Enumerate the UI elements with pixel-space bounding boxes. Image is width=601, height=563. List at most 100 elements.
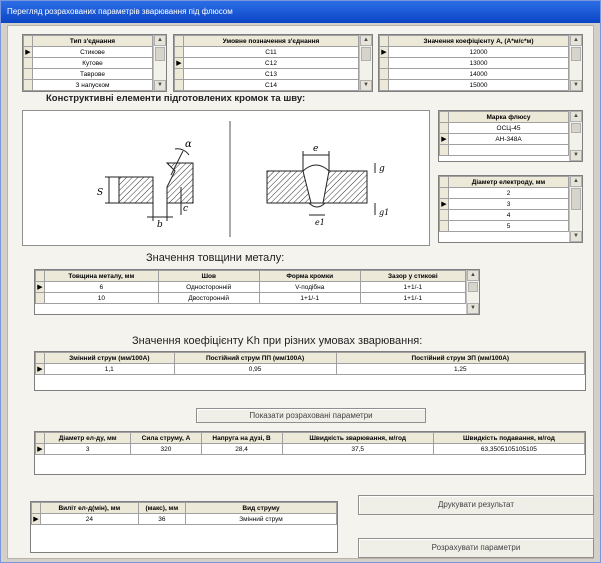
table-cell[interactable]: 24: [40, 513, 139, 525]
table-cell[interactable]: 10: [44, 292, 159, 304]
scroll-thumb[interactable]: [468, 282, 478, 292]
electrode-diameter-grid[interactable]: Діаметр електроду, мм 2 ▶ 3 4 5 ▲ ▼: [438, 175, 583, 243]
table-cell[interactable]: 1+1/-1: [359, 281, 467, 293]
table-row[interactable]: С11: [174, 46, 359, 58]
row-indicator[interactable]: [439, 144, 449, 156]
table-cell[interactable]: Стикове: [32, 46, 153, 58]
row-indicator[interactable]: [23, 57, 33, 69]
table-row[interactable]: Кутове: [23, 57, 153, 69]
scroll-thumb[interactable]: [571, 188, 581, 210]
table-cell[interactable]: 13000: [388, 57, 569, 69]
scroll-down-arrow-icon[interactable]: ▼: [570, 231, 582, 242]
extra-grid[interactable]: Виліт ел-д(мін), мм (макс), мм Вид струму ▶…: [30, 501, 338, 553]
scroll-down-arrow-icon[interactable]: ▼: [154, 80, 166, 91]
table-cell[interactable]: 0,95: [173, 363, 337, 375]
table-row[interactable]: Таврове: [23, 68, 153, 80]
table-cell[interactable]: АН-348А: [448, 133, 569, 145]
scroll-up-arrow-icon[interactable]: ▲: [570, 176, 582, 187]
table-cell[interactable]: С14: [183, 79, 359, 91]
current-row-indicator-icon[interactable]: ▶: [35, 443, 45, 455]
thickness-grid[interactable]: Товщина металу, мм Шов Форма кромки Зазор у…: [34, 269, 480, 315]
table-row[interactable]: ▶ 3 320 28,4 37,5 63,3505105105105: [35, 443, 585, 455]
row-indicator[interactable]: [174, 79, 184, 91]
current-row-indicator-icon[interactable]: ▶: [379, 46, 389, 58]
table-row[interactable]: ▶ АН-348А: [439, 133, 569, 145]
table-row[interactable]: [439, 144, 569, 156]
table-cell[interactable]: 1+1/-1: [258, 292, 361, 304]
row-indicator[interactable]: [439, 220, 449, 232]
current-row-indicator-icon[interactable]: ▶: [174, 57, 184, 69]
row-indicator[interactable]: [174, 68, 184, 80]
vertical-scrollbar[interactable]: ▲ ▼: [569, 35, 582, 91]
current-row-indicator-icon[interactable]: ▶: [439, 198, 449, 210]
scroll-thumb[interactable]: [361, 47, 371, 61]
table-cell[interactable]: 28,4: [200, 443, 283, 455]
scroll-up-arrow-icon[interactable]: ▲: [360, 35, 372, 46]
table-row[interactable]: ▶ 6 Односторонній V-подібна 1+1/-1: [35, 281, 467, 293]
scroll-down-arrow-icon[interactable]: ▼: [570, 150, 582, 161]
row-indicator[interactable]: [439, 209, 449, 221]
scroll-up-arrow-icon[interactable]: ▲: [570, 35, 582, 46]
table-row[interactable]: 5: [439, 220, 569, 232]
table-row[interactable]: ▶ 12000: [379, 46, 569, 58]
table-row[interactable]: ▶ Стикове: [23, 46, 153, 58]
current-row-indicator-icon[interactable]: ▶: [31, 513, 41, 525]
table-cell[interactable]: 5: [448, 220, 569, 232]
table-row[interactable]: 4: [439, 209, 569, 221]
table-cell[interactable]: 3: [448, 198, 569, 210]
table-cell[interactable]: 4: [448, 209, 569, 221]
scroll-down-arrow-icon[interactable]: ▼: [570, 80, 582, 91]
vertical-scrollbar[interactable]: ▲ ▼: [466, 270, 479, 314]
table-cell[interactable]: С13: [183, 68, 359, 80]
table-row[interactable]: 14000: [379, 68, 569, 80]
scroll-thumb[interactable]: [571, 47, 581, 61]
show-params-button[interactable]: Показати розраховані параметри: [196, 408, 426, 423]
table-row[interactable]: С14: [174, 79, 359, 91]
table-row[interactable]: З напуском: [23, 79, 153, 91]
table-cell[interactable]: Односторонній: [157, 281, 260, 293]
table-cell[interactable]: 3: [43, 443, 132, 455]
scroll-up-arrow-icon[interactable]: ▲: [570, 111, 582, 122]
scroll-down-arrow-icon[interactable]: ▼: [360, 80, 372, 91]
scroll-thumb[interactable]: [571, 123, 581, 133]
table-cell[interactable]: V-подібна: [258, 281, 361, 293]
calculate-params-button[interactable]: Розрахувати параметри: [358, 538, 594, 558]
table-cell[interactable]: 1,1: [44, 363, 175, 375]
current-row-indicator-icon[interactable]: ▶: [439, 133, 449, 145]
row-indicator[interactable]: [35, 292, 45, 304]
table-row[interactable]: ▶ 1,1 0,95 1,25: [35, 363, 585, 375]
table-cell[interactable]: 36: [137, 513, 187, 525]
row-indicator[interactable]: [379, 57, 389, 69]
table-cell[interactable]: Змінний струм: [185, 513, 337, 525]
vertical-scrollbar[interactable]: ▲ ▼: [153, 35, 166, 91]
table-cell[interactable]: З напуском: [32, 79, 153, 91]
print-results-button[interactable]: Друкувати результат: [358, 495, 594, 515]
vertical-scrollbar[interactable]: ▲ ▼: [569, 111, 582, 161]
joint-symbol-grid[interactable]: Умовне позначення з'єднання С11 ▶ С12 С13 С14…: [173, 34, 373, 92]
results-grid[interactable]: Діаметр ел-ду, мм Сила струму, А Напруга н…: [34, 431, 586, 475]
current-row-indicator-icon[interactable]: ▶: [35, 281, 45, 293]
table-row[interactable]: ОСЦ-45: [439, 122, 569, 134]
table-cell[interactable]: Двосторонній: [157, 292, 260, 304]
scroll-down-arrow-icon[interactable]: ▼: [467, 303, 479, 314]
row-indicator[interactable]: [439, 187, 449, 199]
table-cell[interactable]: С11: [183, 46, 359, 58]
table-row[interactable]: ▶ 3: [439, 198, 569, 210]
table-cell[interactable]: 1+1/-1: [359, 292, 467, 304]
scroll-up-arrow-icon[interactable]: ▲: [467, 270, 479, 281]
table-cell[interactable]: ОСЦ-45: [448, 122, 569, 134]
table-row[interactable]: ▶ С12: [174, 57, 359, 69]
row-indicator[interactable]: [439, 122, 449, 134]
row-indicator[interactable]: [174, 46, 184, 58]
row-indicator[interactable]: [379, 79, 389, 91]
table-row[interactable]: 10 Двосторонній 1+1/-1 1+1/-1: [35, 292, 467, 304]
table-row[interactable]: С13: [174, 68, 359, 80]
table-cell[interactable]: Таврове: [32, 68, 153, 80]
table-cell[interactable]: 1,25: [335, 363, 585, 375]
coefficient-a-grid[interactable]: Значення коефіцієнту А, (А*м/с*м) ▶ 12000 1…: [378, 34, 583, 92]
table-cell[interactable]: Кутове: [32, 57, 153, 69]
joint-type-grid[interactable]: Тип з'єднання ▶ Стикове Кутове Таврове З напу…: [22, 34, 167, 92]
table-cell[interactable]: 6: [44, 281, 159, 293]
table-cell[interactable]: [448, 144, 569, 156]
scroll-thumb[interactable]: [155, 47, 165, 61]
